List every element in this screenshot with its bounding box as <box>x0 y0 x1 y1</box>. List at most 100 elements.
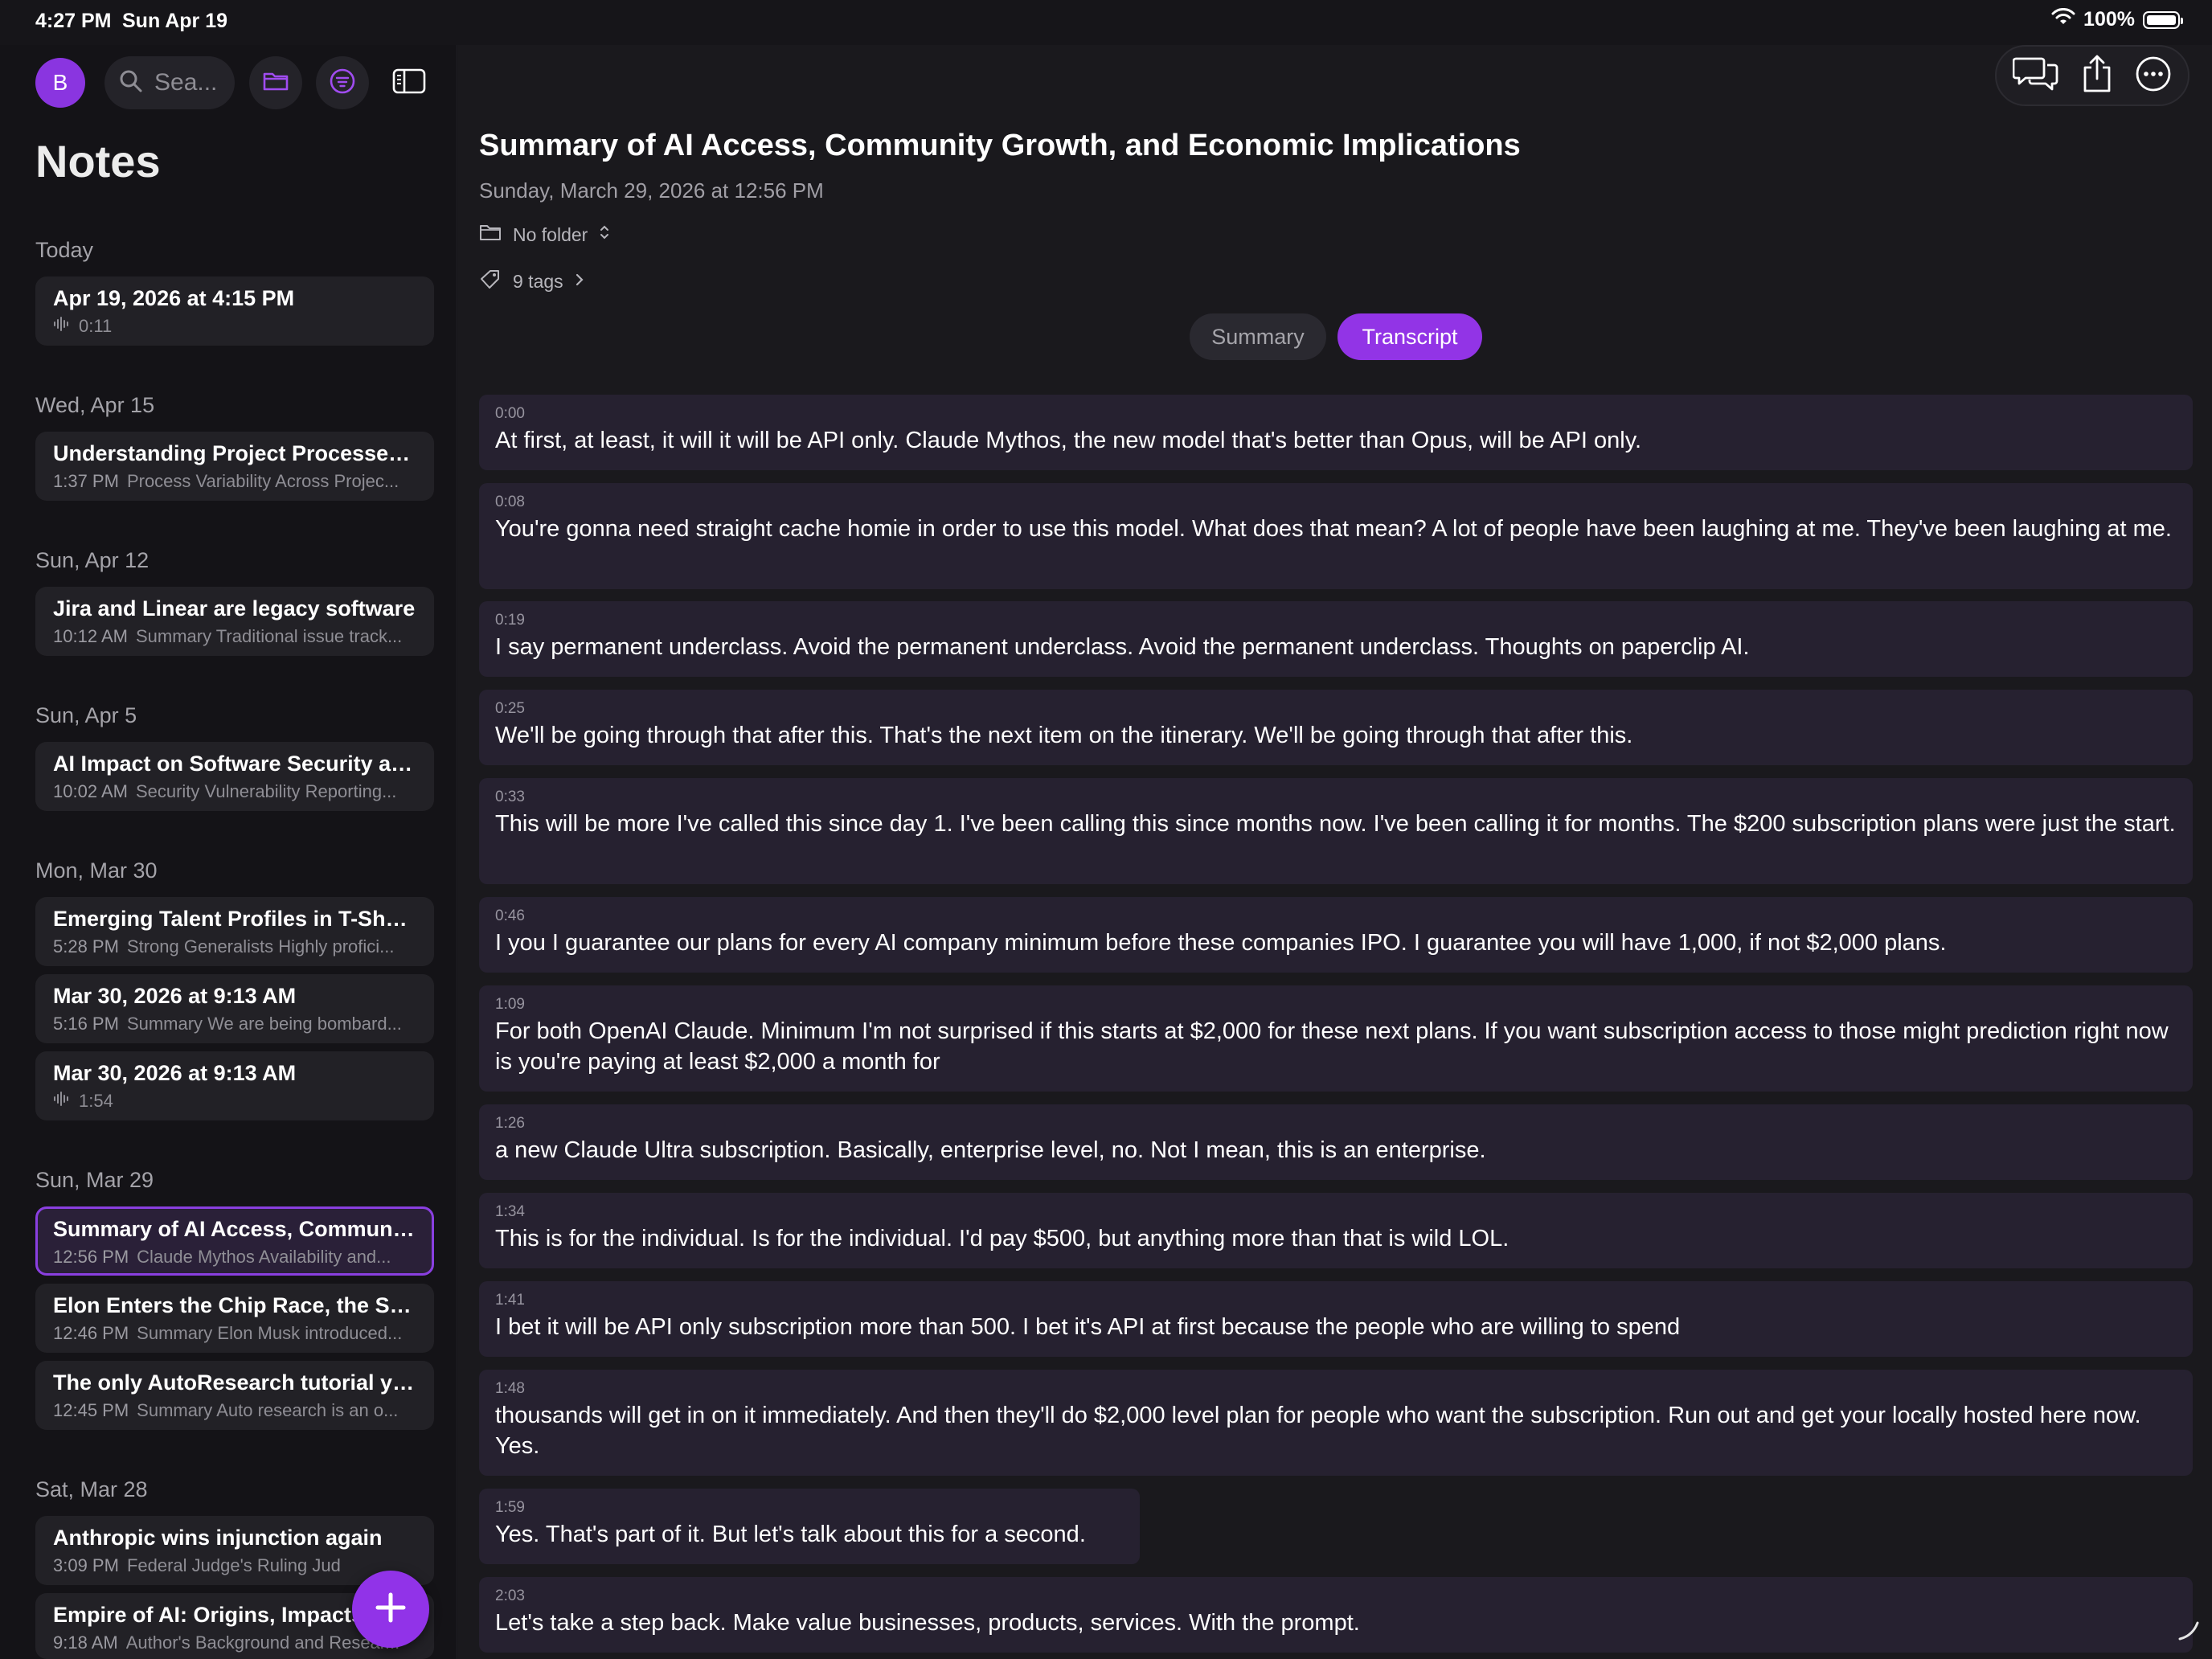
status-bar: 4:27 PM Sun Apr 19 100% <box>0 0 2212 45</box>
search-icon <box>119 69 143 97</box>
section-sun-apr-5: Sun, Apr 5 <box>35 703 137 727</box>
transcript-text: I say permanent underclass. Avoid the pe… <box>495 634 1750 660</box>
transcript-segment: 0:08 You're gonna need straight cache ho… <box>479 483 2193 589</box>
transcript-segment: 0:33 This will be more I've called this … <box>479 778 2193 884</box>
note-meta: 12:45 PM Summary Auto research is an o... <box>53 1400 416 1421</box>
note-duration: 1:54 <box>79 1091 113 1111</box>
chevron-updown-icon <box>599 223 610 246</box>
folders-button[interactable] <box>249 56 302 109</box>
note-item[interactable]: Jira and Linear are legacy software 10:1… <box>35 587 434 656</box>
tab-transcript[interactable]: Transcript <box>1337 313 1482 360</box>
transcript-segment: 0:46 I you I guarantee our plans for eve… <box>479 897 2193 973</box>
note-item[interactable]: Mar 30, 2026 at 9:13 AM 1:54 <box>35 1051 434 1120</box>
note-meta: 12:56 PM Claude Mythos Availability and..… <box>53 1247 416 1268</box>
note-preview: Process Variability Across Projec... <box>126 471 399 491</box>
note-title: Emerging Talent Profiles in T-Shap... <box>53 907 416 931</box>
note-item-selected[interactable]: Summary of AI Access, Communit... 12:56 … <box>35 1206 434 1276</box>
search-input[interactable] <box>154 69 219 96</box>
transcript-timestamp: 0:33 <box>495 789 525 805</box>
folder-outline-icon <box>479 223 502 246</box>
note-title: Apr 19, 2026 at 4:15 PM <box>53 286 295 310</box>
transcript-segment: 1:26 a new Claude Ultra subscription. Ba… <box>479 1104 2193 1180</box>
tags-row[interactable]: 9 tags <box>479 268 584 294</box>
transcript-text: For both OpenAI Claude. Minimum I'm not … <box>495 1018 2169 1075</box>
note-title: Mar 30, 2026 at 9:13 AM <box>53 1061 297 1085</box>
transcript-text: This will be more I've called this since… <box>495 811 2176 837</box>
chat-button[interactable] <box>2012 54 2059 98</box>
transcript-text: I you I guarantee our plans for every AI… <box>495 930 1947 956</box>
note-preview: Summary Elon Musk introduced... <box>137 1323 403 1343</box>
note-preview: Security Vulnerability Reporting... <box>135 781 397 801</box>
note-item[interactable]: The only AutoResearch tutorial you... 12… <box>35 1361 434 1430</box>
transcript-text: This is for the individual. Is for the i… <box>495 1226 1509 1251</box>
transcript-text: Yes. That's part of it. But let's talk a… <box>495 1522 1086 1547</box>
tab-summary[interactable]: Summary <box>1190 313 1326 360</box>
note-preview: Summary Auto research is an o... <box>137 1400 399 1420</box>
transcript-text: You're gonna need straight cache homie i… <box>495 516 2172 542</box>
note-preview: Claude Mythos Availability and... <box>137 1247 391 1267</box>
section-today: Today <box>35 238 94 262</box>
note-meta: 10:02 AM Security Vulnerability Reporting… <box>53 781 416 802</box>
status-date: Sun Apr 19 <box>122 10 228 32</box>
note-title: Mar 30, 2026 at 9:13 AM <box>53 984 297 1008</box>
note-item[interactable]: Elon Enters the Chip Race, the S&P... 12… <box>35 1284 434 1353</box>
new-note-button[interactable] <box>352 1571 429 1648</box>
section-mon-mar-30: Mon, Mar 30 <box>35 858 158 883</box>
note-title: Elon Enters the Chip Race, the S&P... <box>53 1293 416 1317</box>
transcript-timestamp: 1:34 <box>495 1203 525 1220</box>
note-date: Sunday, March 29, 2026 at 12:56 PM <box>479 178 824 203</box>
transcript-timestamp: 0:19 <box>495 612 525 629</box>
transcript-text: Let's take a step back. Make value busin… <box>495 1610 1360 1636</box>
folder-selector[interactable]: No folder <box>479 223 610 246</box>
note-meta: 5:28 PM Strong Generalists Highly profici… <box>53 936 416 957</box>
section-wed-apr-15: Wed, Apr 15 <box>35 393 155 417</box>
transcript-timestamp: 1:26 <box>495 1115 525 1132</box>
note-meta: 12:46 PM Summary Elon Musk introduced... <box>53 1323 416 1344</box>
avatar[interactable]: B <box>35 58 85 108</box>
note-time: 1:37 PM <box>53 471 119 491</box>
note-meta: 1:37 PM Process Variability Across Projec… <box>53 471 416 492</box>
scroll-indicator-icon[interactable] <box>2177 1618 2201 1646</box>
note-item[interactable]: Mar 30, 2026 at 9:13 AM 5:16 PM Summary W… <box>35 974 434 1043</box>
note-meta: 10:12 AM Summary Traditional issue track.… <box>53 626 416 647</box>
chevron-right-icon <box>575 271 584 293</box>
search-field[interactable] <box>104 56 235 109</box>
note-item[interactable]: Apr 19, 2026 at 4:15 PM 0:11 <box>35 276 434 346</box>
transcript-text: We'll be going through that after this. … <box>495 723 1633 748</box>
section-sun-apr-12: Sun, Apr 12 <box>35 548 150 572</box>
note-detail: Summary of AI Access, Community Growth, … <box>458 45 2212 1659</box>
note-item[interactable]: AI Impact on Software Security an... 10:… <box>35 742 434 811</box>
sidebar-toggle-button[interactable] <box>383 56 436 109</box>
sidebar-toggle-icon <box>392 68 426 98</box>
toolbar-actions <box>1995 45 2189 106</box>
more-button[interactable] <box>2135 55 2172 96</box>
transcript-timestamp: 2:03 <box>495 1587 525 1604</box>
transcript-segment: 0:25 We'll be going through that after t… <box>479 690 2193 765</box>
note-item[interactable]: Understanding Project Processes... 1:37 … <box>35 432 434 501</box>
transcript-timestamp: 1:41 <box>495 1292 525 1309</box>
note-time: 12:56 PM <box>53 1247 129 1267</box>
note-title: Anthropic wins injunction again <box>53 1526 383 1550</box>
more-icon <box>2135 56 2172 96</box>
waveform-icon <box>53 316 71 337</box>
note-item[interactable]: Emerging Talent Profiles in T-Shap... 5:… <box>35 897 434 966</box>
status-time: 4:27 PM <box>35 10 112 32</box>
sidebar: B Notes Today Apr 19, 2026 at 4:15 PM 0:… <box>0 45 457 1659</box>
note-title: Summary of AI Access, Communit... <box>53 1217 416 1241</box>
transcript-timestamp: 1:59 <box>495 1499 525 1516</box>
filter-icon <box>329 68 356 99</box>
note-meta: 5:16 PM Summary We are being bombard... <box>53 1014 416 1034</box>
transcript-text: a new Claude Ultra subscription. Basical… <box>495 1137 1486 1163</box>
filter-button[interactable] <box>316 56 369 109</box>
share-button[interactable] <box>2081 54 2113 98</box>
transcript-text: thousands will get in on it immediately.… <box>495 1403 2141 1459</box>
note-time: 5:28 PM <box>53 936 119 956</box>
folder-label: No folder <box>513 223 588 245</box>
transcript-timestamp: 0:46 <box>495 907 525 924</box>
note-time: 9:18 AM <box>53 1632 118 1653</box>
transcript-segment: 1:41 I bet it will be API only subscript… <box>479 1281 2193 1357</box>
status-indicators: 100% <box>2051 8 2183 31</box>
note-time: 10:02 AM <box>53 781 128 801</box>
note-time: 3:09 PM <box>53 1555 119 1575</box>
transcript-segment: 0:19 I say permanent underclass. Avoid t… <box>479 601 2193 677</box>
